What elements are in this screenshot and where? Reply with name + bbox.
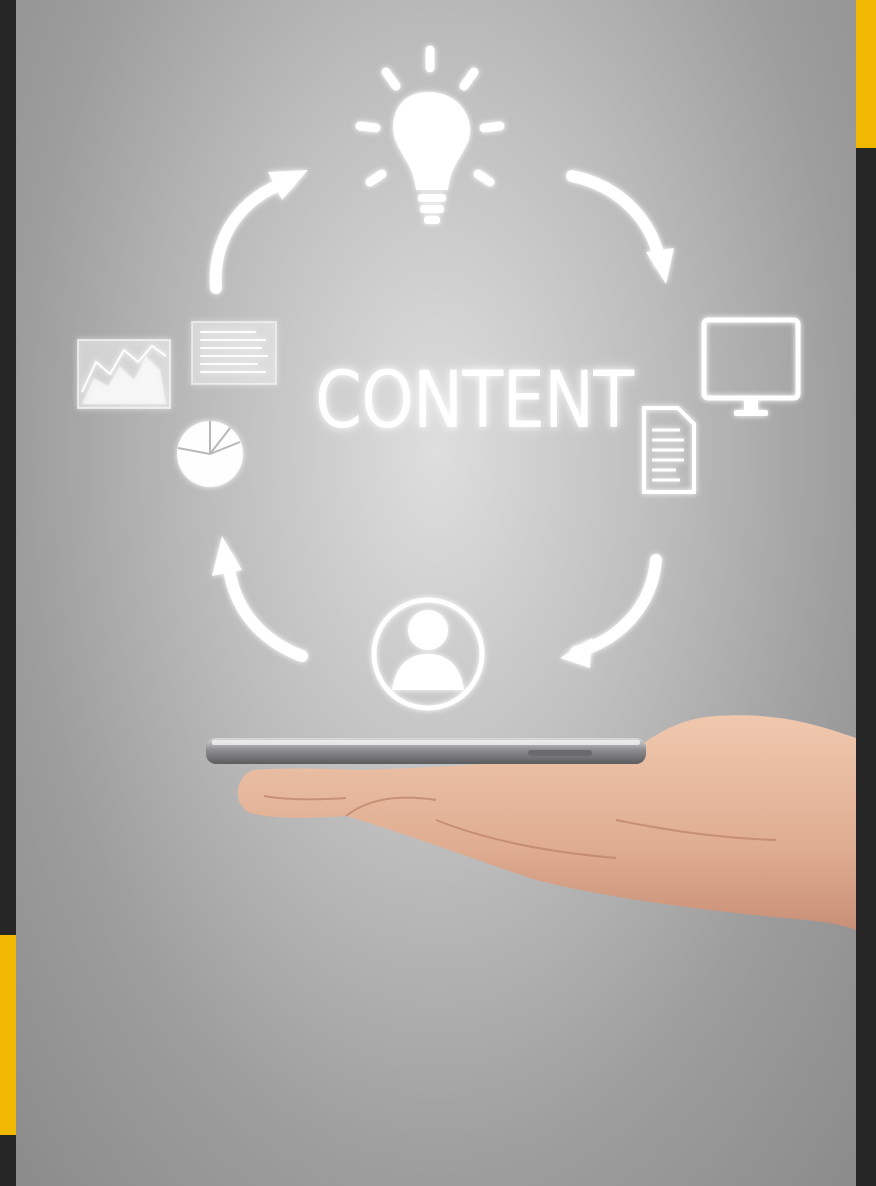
arrow-top-left <box>209 176 294 294</box>
pie-chart-icon <box>177 421 243 487</box>
photo-illustration <box>77 45 856 930</box>
headline-word: CONTENT <box>315 356 634 446</box>
arrow-bottom-right <box>570 554 662 658</box>
accent-bar-bottom-left <box>0 935 16 1135</box>
monitor-icon <box>701 317 801 416</box>
arrow-bottom-left <box>222 554 308 662</box>
picture-frame: CONTENT <box>0 0 876 1186</box>
user-icon <box>371 597 485 711</box>
smartphone <box>206 738 646 764</box>
document-icon <box>642 406 696 494</box>
content-marketing-photo: CONTENT <box>16 0 856 1186</box>
arrow-top-right <box>566 170 666 268</box>
line-chart-icon <box>77 339 171 409</box>
lightbulb-icon <box>355 45 505 224</box>
text-sheet-icon <box>191 321 277 385</box>
accent-bar-top-right <box>854 0 876 148</box>
